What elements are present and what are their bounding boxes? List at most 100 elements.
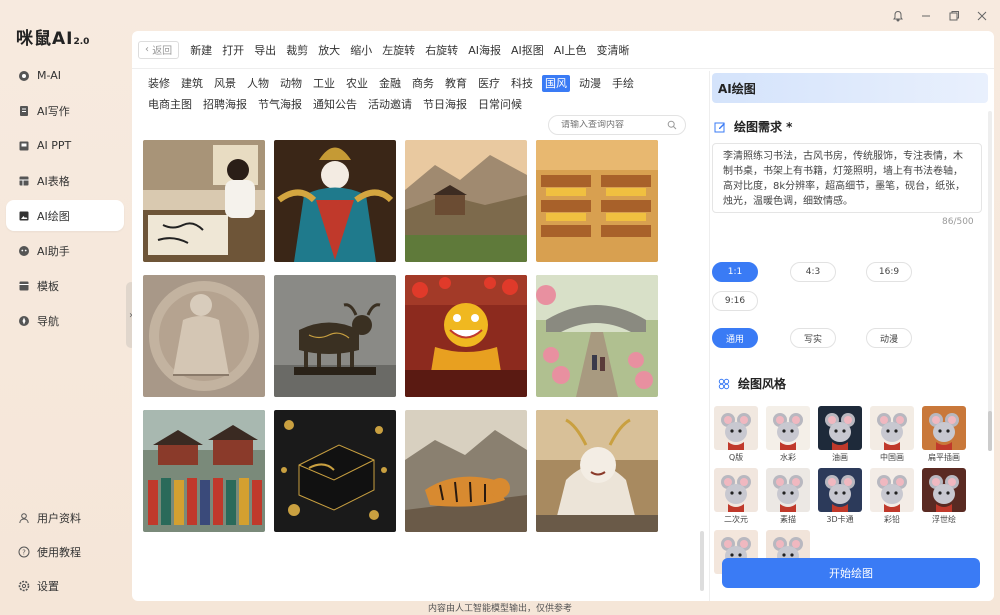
sidebar-item-user-profile[interactable]: 用户资料 xyxy=(6,504,124,532)
tool-open[interactable]: 打开 xyxy=(222,42,244,58)
style-option[interactable]: 彩铅 xyxy=(870,468,914,525)
tool-new[interactable]: 新建 xyxy=(190,42,212,58)
category-tab[interactable]: 手绘 xyxy=(610,75,636,92)
category-tab[interactable]: 金融 xyxy=(377,75,403,92)
category-tab[interactable]: 科技 xyxy=(509,75,535,92)
category-tab[interactable]: 活动邀请 xyxy=(366,96,414,113)
gallery-image-lacquer-box[interactable] xyxy=(274,410,396,532)
style-thumbnail xyxy=(818,406,862,450)
start-drawing-button[interactable]: 开始绘图 xyxy=(722,558,980,588)
requirement-title-text: 绘图需求 * xyxy=(734,120,793,134)
sidebar-bottom: 用户资料 ? 使用教程 设置 xyxy=(6,504,124,606)
tool-ai-poster[interactable]: AI海报 xyxy=(468,42,501,58)
panel-scrollbar[interactable] xyxy=(988,411,992,451)
close-icon[interactable] xyxy=(974,8,990,24)
mode-general-button[interactable]: 通用 xyxy=(712,328,758,348)
category-tab[interactable]: 医疗 xyxy=(476,75,502,92)
maximize-icon[interactable] xyxy=(946,8,962,24)
tool-zoom-out[interactable]: 缩小 xyxy=(350,42,372,58)
gallery-image-white-dragon-lion[interactable] xyxy=(536,410,658,532)
category-tab[interactable]: 节气海报 xyxy=(256,96,304,113)
category-tab[interactable]: 工业 xyxy=(311,75,337,92)
tool-rotate-left[interactable]: 左旋转 xyxy=(382,42,415,58)
mode-anime-button[interactable]: 动漫 xyxy=(866,328,912,348)
gallery-scrollbar[interactable] xyxy=(700,531,704,591)
search-box xyxy=(548,115,686,135)
sidebar-item-ai-writing[interactable]: AI写作 xyxy=(6,95,124,126)
gallery-image-tiger[interactable] xyxy=(405,410,527,532)
search-icon[interactable] xyxy=(667,120,677,133)
category-tab[interactable]: 建筑 xyxy=(179,75,205,92)
ratio-9-16-button[interactable]: 9:16 xyxy=(712,291,758,311)
category-tab[interactable]: 风景 xyxy=(212,75,238,92)
style-label: Q版 xyxy=(728,453,744,462)
sidebar-item-label: M-AI xyxy=(37,69,61,82)
category-tab[interactable]: 人物 xyxy=(245,75,271,92)
style-option[interactable]: 扁平插画 xyxy=(922,406,966,463)
category-tab[interactable]: 动物 xyxy=(278,75,304,92)
category-tab[interactable]: 教育 xyxy=(443,75,469,92)
gallery-image-opera[interactable] xyxy=(274,140,396,262)
sidebar-item-navigation[interactable]: 导航 xyxy=(6,305,124,336)
sidebar-item-template[interactable]: 模板 xyxy=(6,270,124,301)
prompt-textarea[interactable]: 李清照练习书法，古风书房，传统服饰，专注表情，木制书桌，书架上有书籍，灯笼照明，… xyxy=(712,143,982,213)
category-tab[interactable]: 节日海报 xyxy=(421,96,469,113)
mode-realistic-button[interactable]: 写实 xyxy=(790,328,836,348)
tool-rotate-right[interactable]: 右旋转 xyxy=(425,42,458,58)
tool-ai-colorize[interactable]: AI上色 xyxy=(554,42,587,58)
tool-ai-cutout[interactable]: AI抠图 xyxy=(511,42,544,58)
sidebar-item-tutorial[interactable]: ? 使用教程 xyxy=(6,538,124,566)
style-option[interactable]: 浮世绘 xyxy=(922,468,966,525)
sidebar-item-ai-table[interactable]: AI表格 xyxy=(6,165,124,196)
style-option[interactable]: 油画 xyxy=(818,406,862,463)
category-tab[interactable]: 电商主图 xyxy=(146,96,194,113)
style-title-text: 绘图风格 xyxy=(738,377,787,391)
app-window: 咪鼠AI2.0 M-AI AI写作 AI PPT AI表格 AI绘图 AI助手 xyxy=(0,0,1000,615)
style-label: 素描 xyxy=(780,515,796,524)
style-option[interactable]: 水彩 xyxy=(766,406,810,463)
category-tab[interactable]: 国风 xyxy=(542,75,570,92)
ratio-16-9-button[interactable]: 16:9 xyxy=(866,262,912,282)
search-input[interactable] xyxy=(561,120,661,130)
gallery-image-relief-goddess[interactable] xyxy=(143,275,265,397)
style-option[interactable]: 素描 xyxy=(766,468,810,525)
style-option[interactable]: 3D卡通 xyxy=(818,468,862,525)
style-thumbnail xyxy=(818,468,862,512)
category-tab[interactable]: 商务 xyxy=(410,75,436,92)
sidebar-item-label: AI PPT xyxy=(37,139,72,152)
gallery-image-bronze-ox[interactable] xyxy=(274,275,396,397)
minimize-icon[interactable] xyxy=(918,8,934,24)
category-tab[interactable]: 招聘海报 xyxy=(201,96,249,113)
category-tab[interactable]: 装修 xyxy=(146,75,172,92)
gallery-image-calligraphy[interactable] xyxy=(143,140,265,262)
ratio-1-1-button[interactable]: 1:1 xyxy=(712,262,758,282)
main-panel: ‹ 返回 新建 打开 导出 裁剪 放大 缩小 左旋转 右旋转 AI海报 AI抠图… xyxy=(132,31,994,601)
sidebar-item-m-ai[interactable]: M-AI xyxy=(6,60,124,91)
sidebar-item-ai-ppt[interactable]: AI PPT xyxy=(6,130,124,161)
edit-icon xyxy=(714,121,726,133)
gallery-image-lion-dance[interactable] xyxy=(405,275,527,397)
category-tab[interactable]: 通知公告 xyxy=(311,96,359,113)
tool-sharpen[interactable]: 变清晰 xyxy=(597,42,630,58)
style-thumbnail xyxy=(766,406,810,450)
category-tab[interactable]: 日常问候 xyxy=(476,96,524,113)
gallery-image-ancient-crowd[interactable] xyxy=(143,410,265,532)
category-tab[interactable]: 动漫 xyxy=(577,75,603,92)
ratio-4-3-button[interactable]: 4:3 xyxy=(790,262,836,282)
sidebar-item-ai-assistant[interactable]: AI助手 xyxy=(6,235,124,266)
sidebar-item-ai-drawing[interactable]: AI绘图 xyxy=(6,200,124,231)
gallery-image-palace-roofs[interactable] xyxy=(536,140,658,262)
category-tab[interactable]: 农业 xyxy=(344,75,370,92)
sidebar-item-settings[interactable]: 设置 xyxy=(6,572,124,600)
style-option[interactable]: Q版 xyxy=(714,406,758,463)
gallery-image-garden-bridge[interactable] xyxy=(536,275,658,397)
sidebar-item-label: AI表格 xyxy=(37,174,70,188)
style-option[interactable]: 二次元 xyxy=(714,468,758,525)
bell-icon[interactable] xyxy=(890,8,906,24)
tool-crop[interactable]: 裁剪 xyxy=(286,42,308,58)
style-option[interactable]: 中国画 xyxy=(870,406,914,463)
back-button[interactable]: ‹ 返回 xyxy=(138,40,180,59)
gallery-image-great-wall[interactable] xyxy=(405,140,527,262)
tool-export[interactable]: 导出 xyxy=(254,42,276,58)
tool-zoom-in[interactable]: 放大 xyxy=(318,42,340,58)
